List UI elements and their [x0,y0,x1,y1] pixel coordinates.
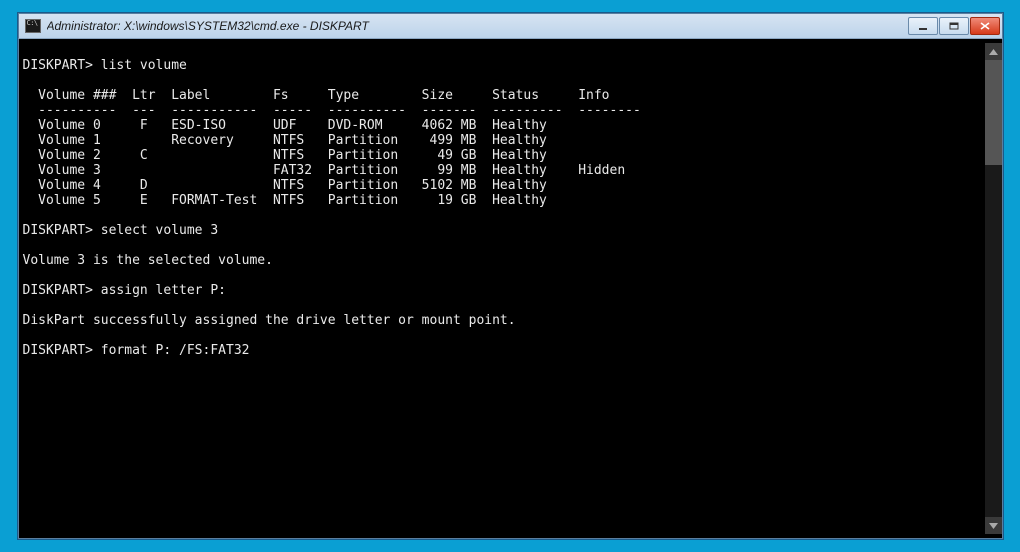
scrollbar-track[interactable] [985,60,1002,517]
window-controls [908,17,1000,35]
scrollbar-thumb[interactable] [985,60,1002,165]
scroll-up-button[interactable] [985,43,1002,60]
cmd-icon [25,19,41,33]
terminal-content[interactable]: DISKPART> list volume Volume ### Ltr Lab… [23,43,985,534]
command-prompt-window: Administrator: X:\windows\SYSTEM32\cmd.e… [18,13,1003,539]
scroll-down-button[interactable] [985,517,1002,534]
close-icon [980,22,990,30]
window-title: Administrator: X:\windows\SYSTEM32\cmd.e… [47,19,902,33]
close-button[interactable] [970,17,1000,35]
arrow-down-icon [989,523,998,529]
maximize-button[interactable] [939,17,969,35]
minimize-icon [918,22,928,30]
arrow-up-icon [989,49,998,55]
minimize-button[interactable] [908,17,938,35]
maximize-icon [949,22,959,30]
titlebar[interactable]: Administrator: X:\windows\SYSTEM32\cmd.e… [18,13,1003,39]
terminal[interactable]: DISKPART> list volume Volume ### Ltr Lab… [18,39,1003,539]
scrollbar[interactable] [985,43,1002,534]
